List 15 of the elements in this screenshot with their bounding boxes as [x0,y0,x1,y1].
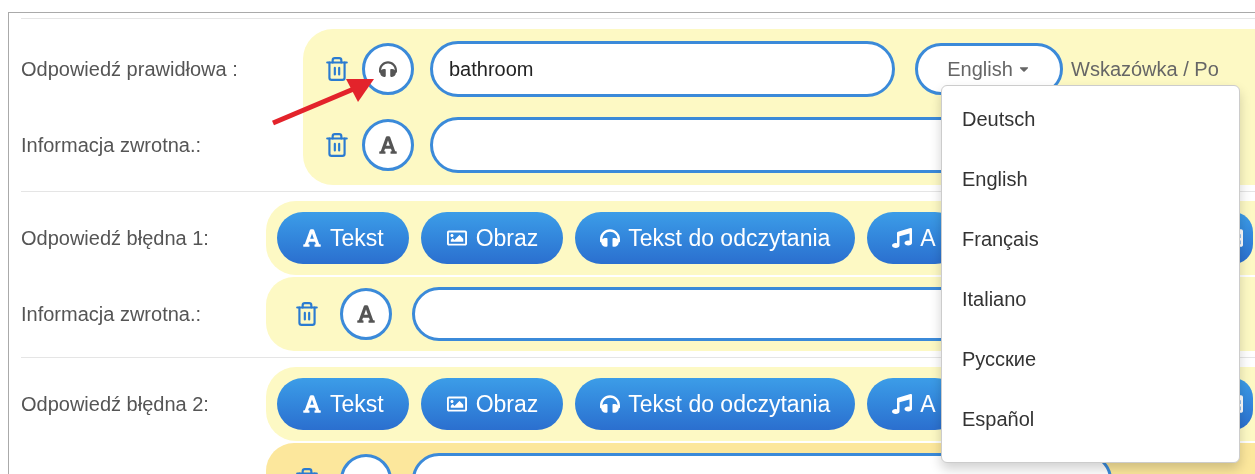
answer-type-button[interactable]: Tekst do odczytania [575,212,856,264]
field-label: Odpowiedź prawidłowa : [21,57,238,82]
field-label: Informacja zwrotna.: [21,302,202,327]
field-label: Odpowiedź błędna 1: [21,226,209,251]
answer-field[interactable]: bathroom [430,41,895,97]
answer-type-button[interactable]: Tekst [277,378,409,430]
answer-type-button[interactable]: Tekst do odczytania [575,378,856,430]
language-option[interactable]: Italiano [942,269,1239,329]
answer-type-button[interactable]: Obraz [420,378,564,430]
answer-type-button[interactable]: Tekst [277,212,409,264]
field-label: Informacja zwrotna.: [21,133,202,158]
hint-label: Wskazówka / Po [1071,57,1219,82]
field-label: Odpowiedź błędna 2: [21,392,209,417]
answer-type-button[interactable]: Obraz [420,212,564,264]
language-option[interactable]: English [942,149,1239,209]
